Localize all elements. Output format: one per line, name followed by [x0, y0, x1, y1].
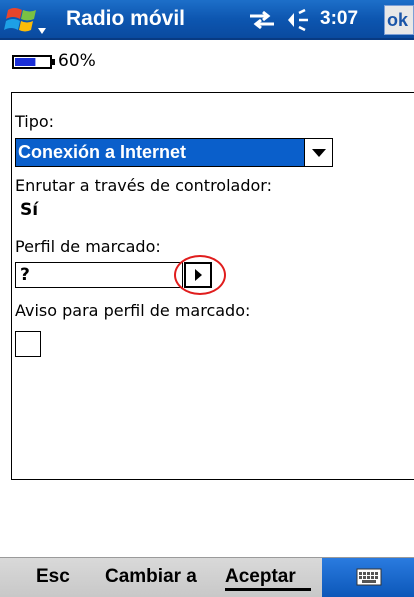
title-bar: Radio móvil 3:07 ok	[0, 0, 414, 40]
highlight-circle	[174, 255, 226, 295]
aviso-label: Aviso para perfil de marcado:	[15, 301, 251, 320]
battery-icon	[12, 55, 56, 69]
esc-button[interactable]: Esc	[36, 566, 70, 588]
battery-status: 60%	[0, 40, 414, 90]
perfil-input[interactable]: ?	[15, 262, 183, 288]
chevron-down-icon[interactable]	[304, 139, 332, 166]
ok-button[interactable]: ok	[384, 5, 414, 35]
start-button[interactable]	[2, 2, 48, 38]
enrutar-label: Enrutar a través de controlador:	[15, 176, 272, 195]
perfil-label: Perfil de marcado:	[15, 237, 161, 256]
windows-start-icon	[4, 8, 46, 34]
tipo-label: Tipo:	[15, 112, 55, 131]
battery-percent: 60%	[58, 51, 96, 71]
clock[interactable]: 3:07	[320, 8, 358, 30]
keyboard-icon	[356, 567, 382, 587]
aviso-checkbox[interactable]	[15, 331, 41, 357]
input-panel-button[interactable]	[322, 558, 414, 597]
aceptar-underline	[225, 588, 311, 591]
tipo-dropdown-value[interactable]: Conexión a Internet	[16, 139, 304, 166]
enrutar-value[interactable]: Sí	[20, 200, 38, 220]
window-title: Radio móvil	[66, 7, 186, 30]
volume-icon[interactable]	[286, 8, 312, 32]
cambiar-a-button[interactable]: Cambiar a	[105, 566, 197, 588]
menu-bar: Esc Cambiar a Aceptar	[0, 557, 414, 597]
network-sync-icon[interactable]	[248, 10, 276, 30]
tipo-dropdown[interactable]: Conexión a Internet	[15, 138, 333, 167]
aceptar-button[interactable]: Aceptar	[225, 566, 296, 588]
